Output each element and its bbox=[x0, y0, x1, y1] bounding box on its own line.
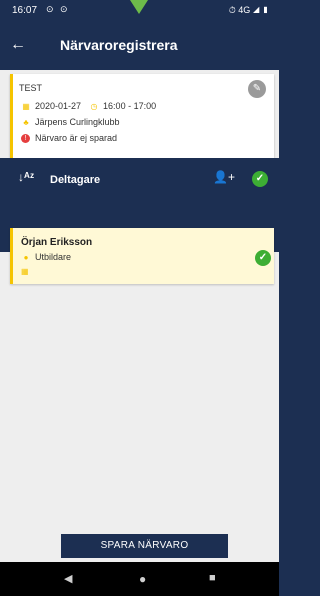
app-bar: ← Närvaroregistrera bbox=[0, 22, 279, 70]
save-attendance-button[interactable]: SPARA NÄRVARO bbox=[61, 534, 228, 558]
android-nav-bar: ◀ ● ■ bbox=[0, 562, 279, 596]
nav-home-icon[interactable]: ● bbox=[139, 572, 146, 586]
person-icon: ● bbox=[23, 253, 29, 262]
clock-icon: ◷ bbox=[90, 102, 98, 111]
event-card: TEST ✎ ▦ 2020-01-27 ◷ 16:00 - 17:00 ♣ Järpen… bbox=[10, 74, 274, 158]
page-title: Närvaroregistrera bbox=[60, 37, 178, 53]
status-time: 16:07 bbox=[12, 5, 38, 16]
event-time: 16:00 - 17:00 bbox=[103, 101, 157, 111]
warning-icon: ! bbox=[21, 134, 30, 144]
back-arrow-icon[interactable]: ← bbox=[10, 36, 26, 54]
present-check-icon[interactable]: ✓ bbox=[255, 250, 271, 266]
calendar-icon: ▦ bbox=[22, 102, 30, 111]
sort-az-icon[interactable]: ↓ᴬᶻ bbox=[18, 170, 34, 184]
event-club: Järpens Curlingklubb bbox=[35, 117, 120, 127]
nav-back-icon[interactable]: ◀ bbox=[64, 572, 72, 585]
event-date: 2020-01-27 bbox=[35, 101, 82, 111]
edit-icon[interactable]: ✎ bbox=[248, 80, 266, 98]
event-status-row: ! Närvaro är ej sparad bbox=[21, 133, 118, 144]
system-status-icons: ⏱ 4G ◢ ▮ bbox=[228, 5, 269, 15]
participant-role-row: ● Utbildare bbox=[21, 252, 71, 262]
event-status: Närvaro är ej sparad bbox=[35, 133, 118, 143]
notification-icons: ⊙ ⊙ bbox=[46, 4, 70, 14]
participant-name: Örjan Eriksson bbox=[21, 237, 93, 248]
participant-role: Utbildare bbox=[35, 252, 72, 262]
main-content: TEST ✎ ▦ 2020-01-27 ◷ 16:00 - 17:00 ♣ Järpen… bbox=[0, 70, 279, 562]
organization-icon: ♣ bbox=[23, 118, 29, 127]
event-datetime-row: ▦ 2020-01-27 ◷ 16:00 - 17:00 bbox=[21, 101, 156, 111]
participant-item[interactable]: Örjan Eriksson ● Utbildare ▦ ✓ bbox=[10, 228, 274, 284]
participants-label: Deltagare bbox=[50, 174, 101, 186]
event-club-row: ♣ Järpens Curlingklubb bbox=[21, 117, 120, 127]
nav-recents-icon[interactable]: ■ bbox=[209, 572, 216, 584]
calendar-icon: ▦ bbox=[21, 267, 29, 276]
check-all-icon[interactable]: ✓ bbox=[252, 171, 268, 187]
event-name: TEST bbox=[19, 83, 43, 93]
add-user-icon[interactable]: 👤+ bbox=[213, 170, 235, 184]
pull-down-arrow-icon bbox=[130, 0, 148, 14]
